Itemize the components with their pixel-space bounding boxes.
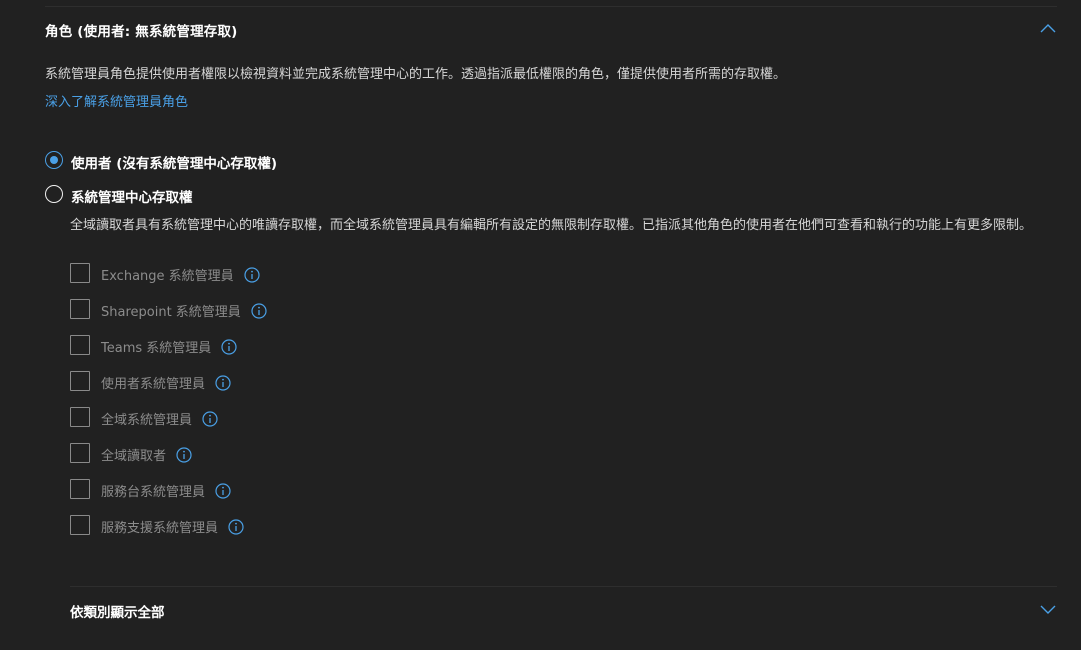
- checkbox[interactable]: [70, 299, 90, 319]
- roles-section-header[interactable]: 角色 (使用者: 無系統管理存取): [45, 18, 1057, 42]
- checkbox-label: Exchange 系統管理員: [101, 269, 234, 284]
- checkbox-label: 服務台系統管理員: [101, 485, 206, 500]
- section-description: 系統管理員角色提供使用者權限以檢視資料並完成系統管理中心的工作。透過指派最低權限…: [45, 67, 787, 82]
- learn-more-link[interactable]: 深入了解系統管理員角色: [45, 91, 188, 110]
- checkbox-label: 全域系統管理員: [101, 413, 193, 428]
- checkbox-label: 使用者系統管理員: [101, 377, 206, 392]
- info-icon[interactable]: [176, 447, 192, 463]
- radio-label: 系統管理中心存取權: [71, 190, 193, 206]
- info-icon[interactable]: [215, 483, 231, 499]
- chevron-down-icon[interactable]: [1039, 600, 1057, 618]
- section-title: 角色 (使用者: 無系統管理存取): [45, 24, 238, 40]
- checkbox-label: 全域讀取者: [101, 449, 167, 464]
- checkbox-label: Teams 系統管理員: [101, 341, 212, 356]
- checkbox[interactable]: [70, 479, 90, 499]
- checkbox[interactable]: [70, 443, 90, 463]
- show-all-by-category-title: 依類別顯示全部: [70, 605, 165, 621]
- show-all-by-category-header[interactable]: 依類別顯示全部: [70, 598, 1057, 622]
- top-divider: [45, 6, 1057, 7]
- checkbox-label: 服務支援系統管理員: [101, 521, 219, 536]
- info-icon[interactable]: [228, 519, 244, 535]
- bottom-divider: [70, 586, 1057, 587]
- radio-button-selected[interactable]: [45, 151, 63, 169]
- checkbox[interactable]: [70, 371, 90, 391]
- checkbox[interactable]: [70, 515, 90, 535]
- roles-panel: 角色 (使用者: 無系統管理存取) 系統管理員角色提供使用者權限以檢視資料並完成…: [0, 0, 1081, 650]
- info-icon[interactable]: [244, 267, 260, 283]
- info-icon[interactable]: [221, 339, 237, 355]
- checkbox[interactable]: [70, 335, 90, 355]
- info-icon[interactable]: [215, 375, 231, 391]
- info-icon[interactable]: [251, 303, 267, 319]
- checkbox[interactable]: [70, 407, 90, 427]
- radio-button[interactable]: [45, 185, 63, 203]
- info-icon[interactable]: [202, 411, 218, 427]
- chevron-up-icon[interactable]: [1039, 20, 1057, 38]
- checkbox-label: Sharepoint 系統管理員: [101, 305, 241, 320]
- checkbox[interactable]: [70, 263, 90, 283]
- admin-access-description: 全域讀取者具有系統管理中心的唯讀存取權，而全域系統管理員具有編輯所有設定的無限制…: [70, 218, 1033, 233]
- radio-label: 使用者 (沒有系統管理中心存取權): [71, 156, 278, 172]
